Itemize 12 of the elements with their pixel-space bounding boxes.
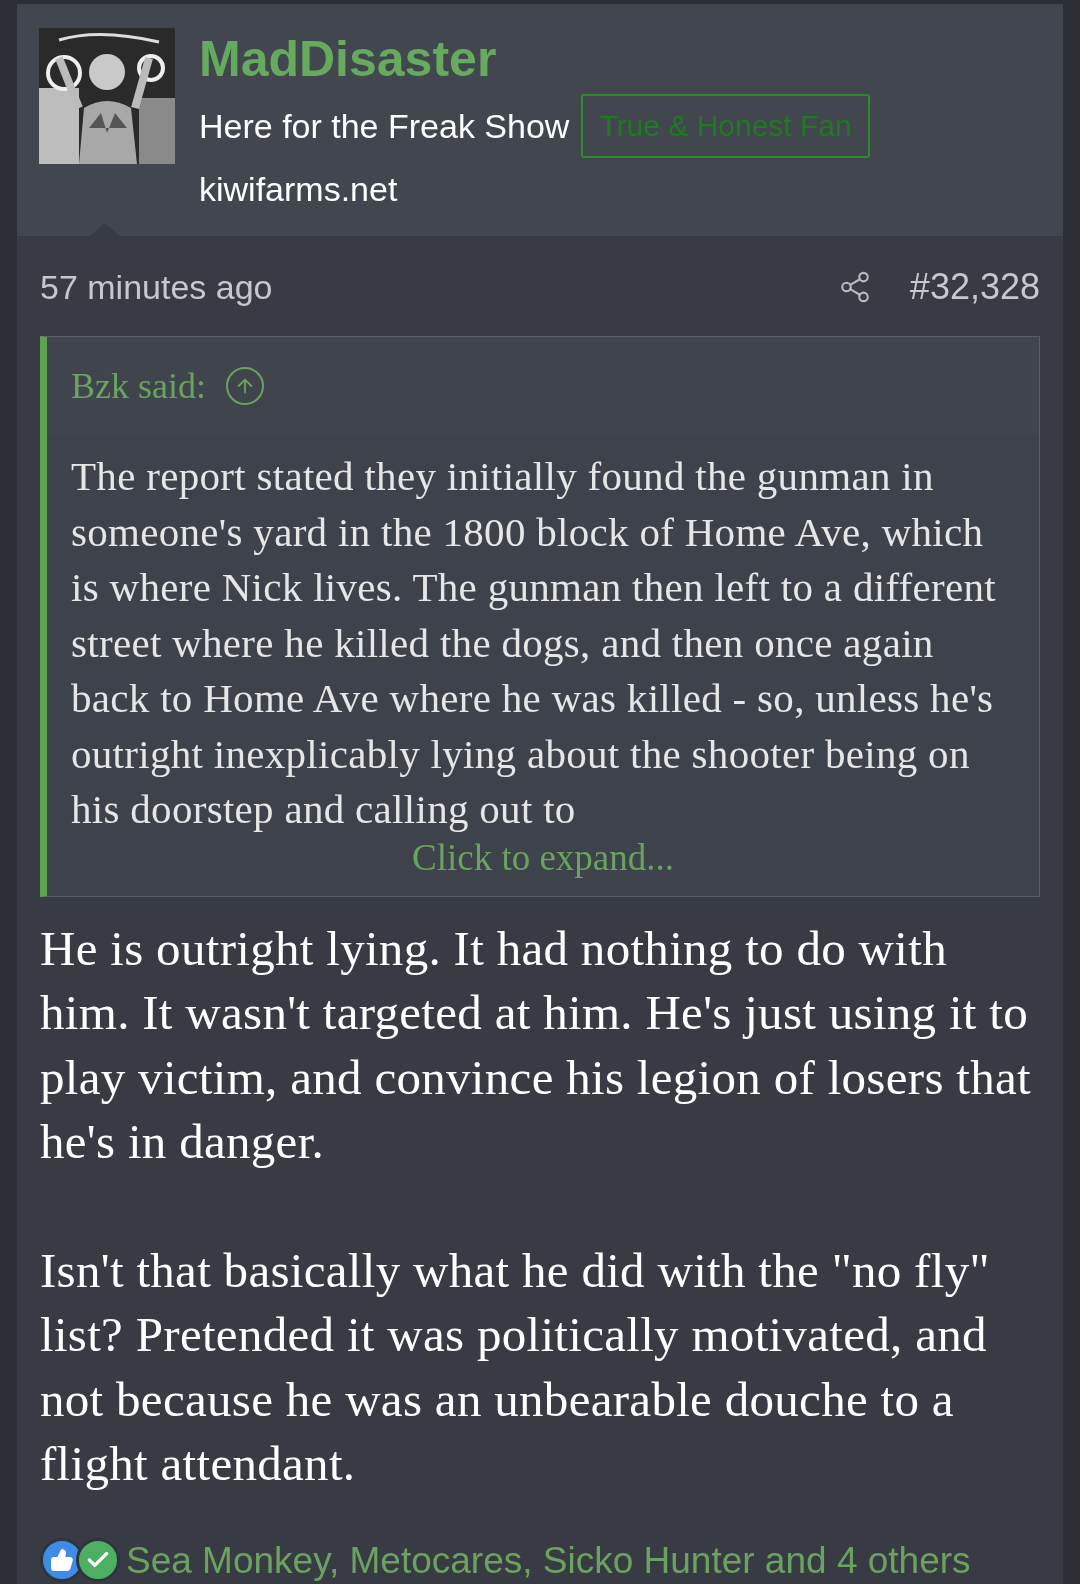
user-title: Here for the Freak Show xyxy=(199,106,570,147)
post-paragraph: He is outright lying. It had nothing to do with him. It wasn't targeted at him. He's just using it to play victim, and convince his legion of losers that he's in danger. xyxy=(40,919,1032,1171)
quote-text: The report stated they initially found the gunman in someone's yard in the 1800 block of Home Ave, which is where Nick lives. The gunman then left to a different street where he killed the dogs, and then once again back to Home Ave where he was killed - so, unless he's outright inexplicably lying about the shooter being on his doorstep and calling out to xyxy=(70,452,997,834)
quote-author[interactable]: Bzk said: xyxy=(71,359,206,413)
expand-link[interactable]: Click to expand... xyxy=(411,837,674,896)
post-paragraph: Isn't that basically what he did with the "no fly" list? Pretended it was politically motivated, and not because he was an unbearable douche to a flight attendant. xyxy=(40,1241,991,1493)
reaction-list[interactable]: Sea Monkey, Metocares, Sicko Hunter and 4 others xyxy=(126,1532,971,1584)
username[interactable]: MadDisaster xyxy=(199,28,870,90)
post-number[interactable]: #32,328 xyxy=(909,260,1040,314)
post-time[interactable]: 57 minutes ago xyxy=(40,261,273,313)
jump-up-icon[interactable] xyxy=(226,367,264,405)
site-name: kiwifarms.net xyxy=(199,169,399,210)
